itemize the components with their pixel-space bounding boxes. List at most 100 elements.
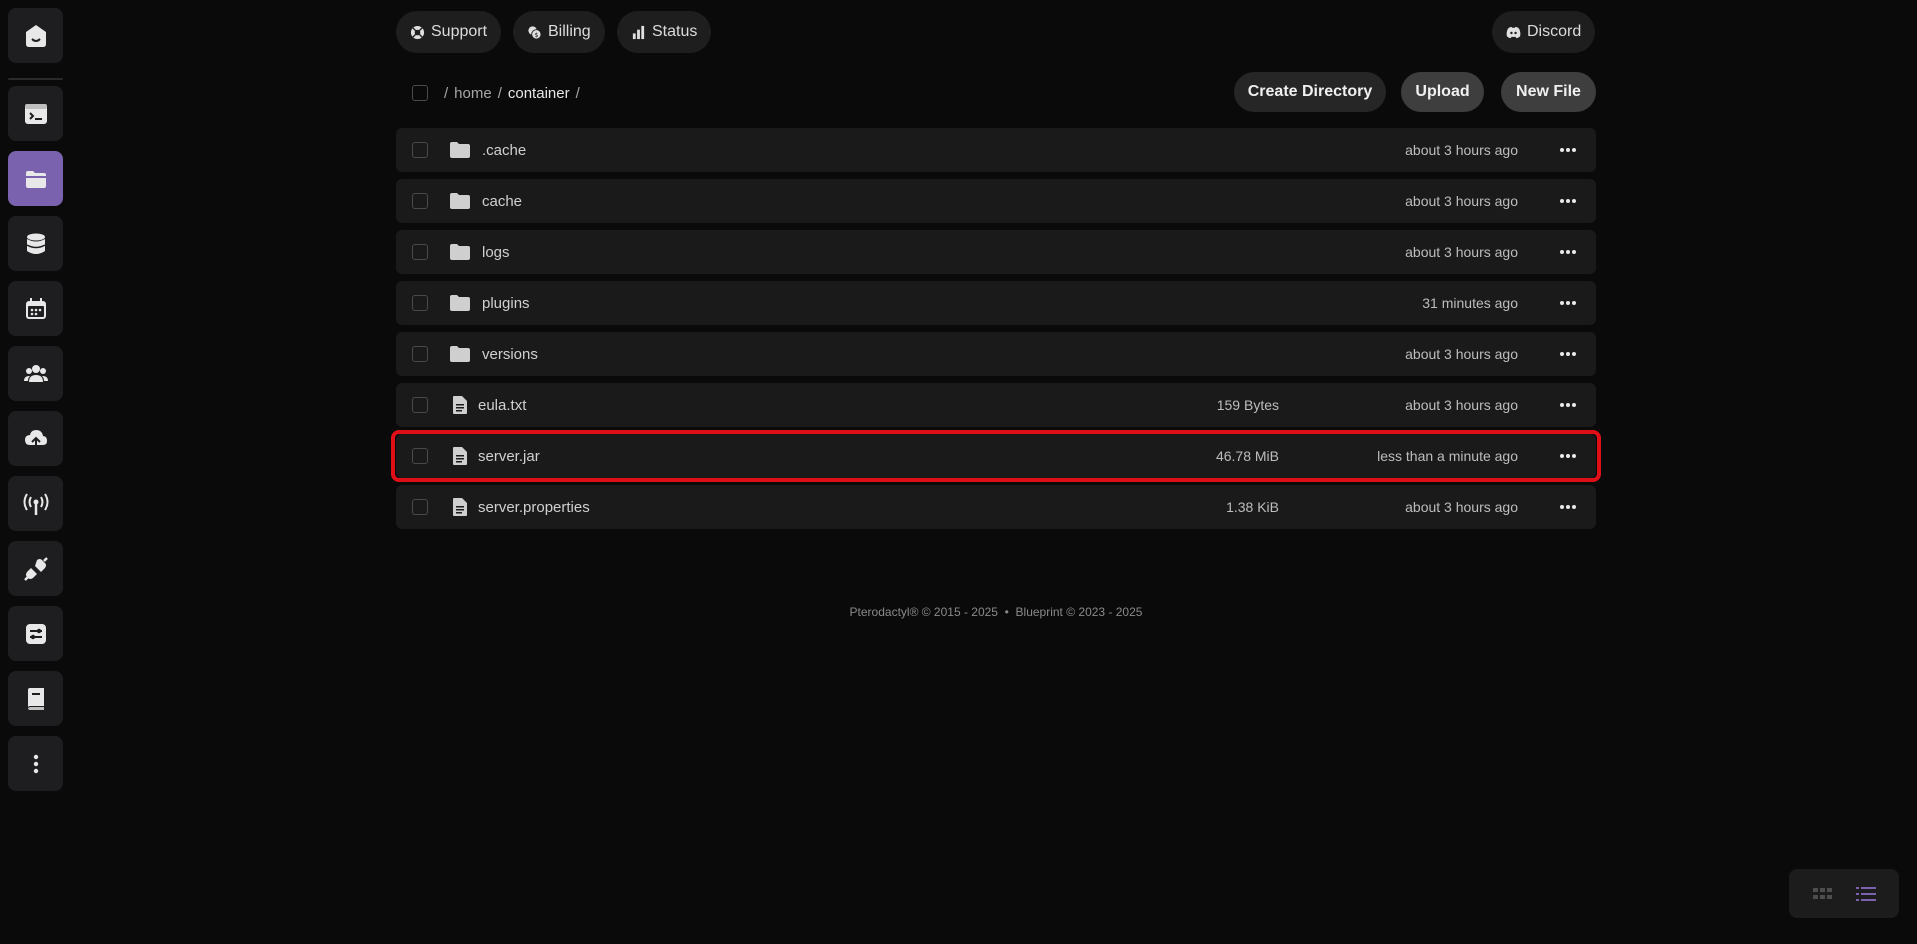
- folder-icon: [450, 191, 470, 211]
- file-name[interactable]: server.properties: [478, 499, 590, 516]
- sidebar-item-network[interactable]: [8, 476, 63, 531]
- lifebuoy-icon: [410, 25, 425, 39]
- ellipsis-icon: [1560, 199, 1576, 203]
- breadcrumb-path: / home / container /: [444, 85, 580, 102]
- more-icon: [33, 754, 38, 773]
- breadcrumb-root: /: [444, 84, 449, 102]
- row-menu-button[interactable]: [1550, 391, 1586, 419]
- file-modified: about 3 hours ago: [1405, 499, 1518, 515]
- row-menu-button[interactable]: [1550, 442, 1586, 470]
- ellipsis-icon: [1560, 403, 1576, 407]
- settings-icon: [25, 623, 46, 644]
- bar-chart-icon: [632, 25, 645, 39]
- sidebar-item-console[interactable]: [8, 86, 63, 141]
- file-name[interactable]: versions: [482, 346, 538, 363]
- backup-icon: [24, 429, 47, 449]
- new-file-button[interactable]: New File: [1501, 72, 1596, 112]
- home-icon: [25, 24, 46, 47]
- file-name[interactable]: server.jar: [478, 448, 540, 465]
- folder-icon: [450, 140, 470, 160]
- file-icon: [450, 497, 470, 517]
- file-row-logs[interactable]: logs about 3 hours ago: [396, 230, 1596, 274]
- ellipsis-icon: [1560, 148, 1576, 152]
- sidebar-item-backups[interactable]: [8, 411, 63, 466]
- sidebar-item-plugins[interactable]: [8, 541, 63, 596]
- row-menu-button[interactable]: [1550, 136, 1586, 164]
- support-button[interactable]: Support: [396, 11, 502, 53]
- plugin-icon: [23, 556, 48, 581]
- file-modified: less than a minute ago: [1377, 448, 1518, 464]
- file-name[interactable]: eula.txt: [478, 397, 526, 414]
- svg-text:$: $: [534, 31, 538, 39]
- database-icon: [26, 233, 45, 254]
- discord-label: Discord: [1527, 23, 1582, 40]
- row-checkbox[interactable]: [412, 397, 428, 413]
- sidebar-item-databases[interactable]: [8, 216, 63, 271]
- row-menu-button[interactable]: [1550, 187, 1586, 215]
- row-checkbox[interactable]: [412, 193, 428, 209]
- network-icon: [23, 492, 48, 515]
- file-row-server-properties[interactable]: server.properties 1.38 KiB about 3 hours…: [396, 485, 1596, 529]
- users-icon: [23, 364, 48, 382]
- file-modified: about 3 hours ago: [1405, 142, 1518, 158]
- discord-button[interactable]: Discord: [1492, 11, 1596, 53]
- row-menu-button[interactable]: [1550, 238, 1586, 266]
- list-view-button[interactable]: [1855, 886, 1876, 902]
- select-all-checkbox[interactable]: [412, 85, 428, 101]
- row-menu-button[interactable]: [1550, 289, 1586, 317]
- file-modified: about 3 hours ago: [1405, 193, 1518, 209]
- console-icon: [24, 103, 47, 124]
- row-checkbox[interactable]: [412, 499, 428, 515]
- sidebar-item-settings[interactable]: [8, 606, 63, 661]
- file-row-versions[interactable]: versions about 3 hours ago: [396, 332, 1596, 376]
- sidebar-separator: [8, 78, 63, 80]
- row-checkbox[interactable]: [412, 448, 428, 464]
- file-row-server-jar[interactable]: server.jar 46.78 MiB less than a minute …: [396, 434, 1596, 478]
- coins-icon: $: [528, 25, 542, 40]
- billing-button[interactable]: $ Billing: [513, 11, 605, 53]
- breadcrumb-home[interactable]: home: [454, 85, 492, 102]
- file-row-eula[interactable]: eula.txt 159 Bytes about 3 hours ago: [396, 383, 1596, 427]
- home-button[interactable]: [8, 8, 63, 63]
- file-size: 46.78 MiB: [1215, 448, 1279, 464]
- create-directory-button[interactable]: Create Directory: [1234, 72, 1386, 112]
- file-size: 159 Bytes: [1216, 397, 1279, 413]
- sidebar-item-more[interactable]: [8, 736, 63, 791]
- file-name[interactable]: .cache: [482, 142, 526, 159]
- upload-button[interactable]: Upload: [1401, 72, 1484, 112]
- file-modified: about 3 hours ago: [1405, 346, 1518, 362]
- sidebar-item-users[interactable]: [8, 346, 63, 401]
- file-name[interactable]: cache: [482, 193, 522, 210]
- row-menu-button[interactable]: [1550, 493, 1586, 521]
- folder-icon: [25, 170, 46, 188]
- file-size: 1.38 KiB: [1226, 499, 1279, 515]
- file-row-cache[interactable]: cache about 3 hours ago: [396, 179, 1596, 223]
- row-checkbox[interactable]: [412, 244, 428, 260]
- row-menu-button[interactable]: [1550, 340, 1586, 368]
- sidebar-item-schedules[interactable]: [8, 281, 63, 336]
- file-icon: [450, 446, 470, 466]
- ellipsis-icon: [1560, 454, 1576, 458]
- status-button[interactable]: Status: [617, 11, 712, 53]
- grid-view-button[interactable]: [1812, 887, 1833, 900]
- file-name[interactable]: plugins: [482, 295, 530, 312]
- folder-icon: [450, 242, 470, 262]
- file-modified: about 3 hours ago: [1405, 397, 1518, 413]
- support-label: Support: [431, 23, 488, 40]
- docs-icon: [27, 687, 44, 710]
- schedule-icon: [25, 297, 46, 319]
- ellipsis-icon: [1560, 301, 1576, 305]
- footer-copyright: Pterodactyl® © 2015 - 2025 • Blueprint ©…: [849, 605, 1143, 619]
- file-row-cache-hidden[interactable]: .cache about 3 hours ago: [396, 128, 1596, 172]
- row-checkbox[interactable]: [412, 295, 428, 311]
- breadcrumb-separator: /: [497, 84, 502, 102]
- row-checkbox[interactable]: [412, 346, 428, 362]
- folder-icon: [450, 344, 470, 364]
- file-row-plugins[interactable]: plugins 31 minutes ago: [396, 281, 1596, 325]
- file-name[interactable]: logs: [482, 244, 510, 261]
- sidebar-item-docs[interactable]: [8, 671, 63, 726]
- ellipsis-icon: [1560, 352, 1576, 356]
- row-checkbox[interactable]: [412, 142, 428, 158]
- breadcrumb-separator: /: [575, 84, 580, 102]
- sidebar-item-files[interactable]: [8, 151, 63, 206]
